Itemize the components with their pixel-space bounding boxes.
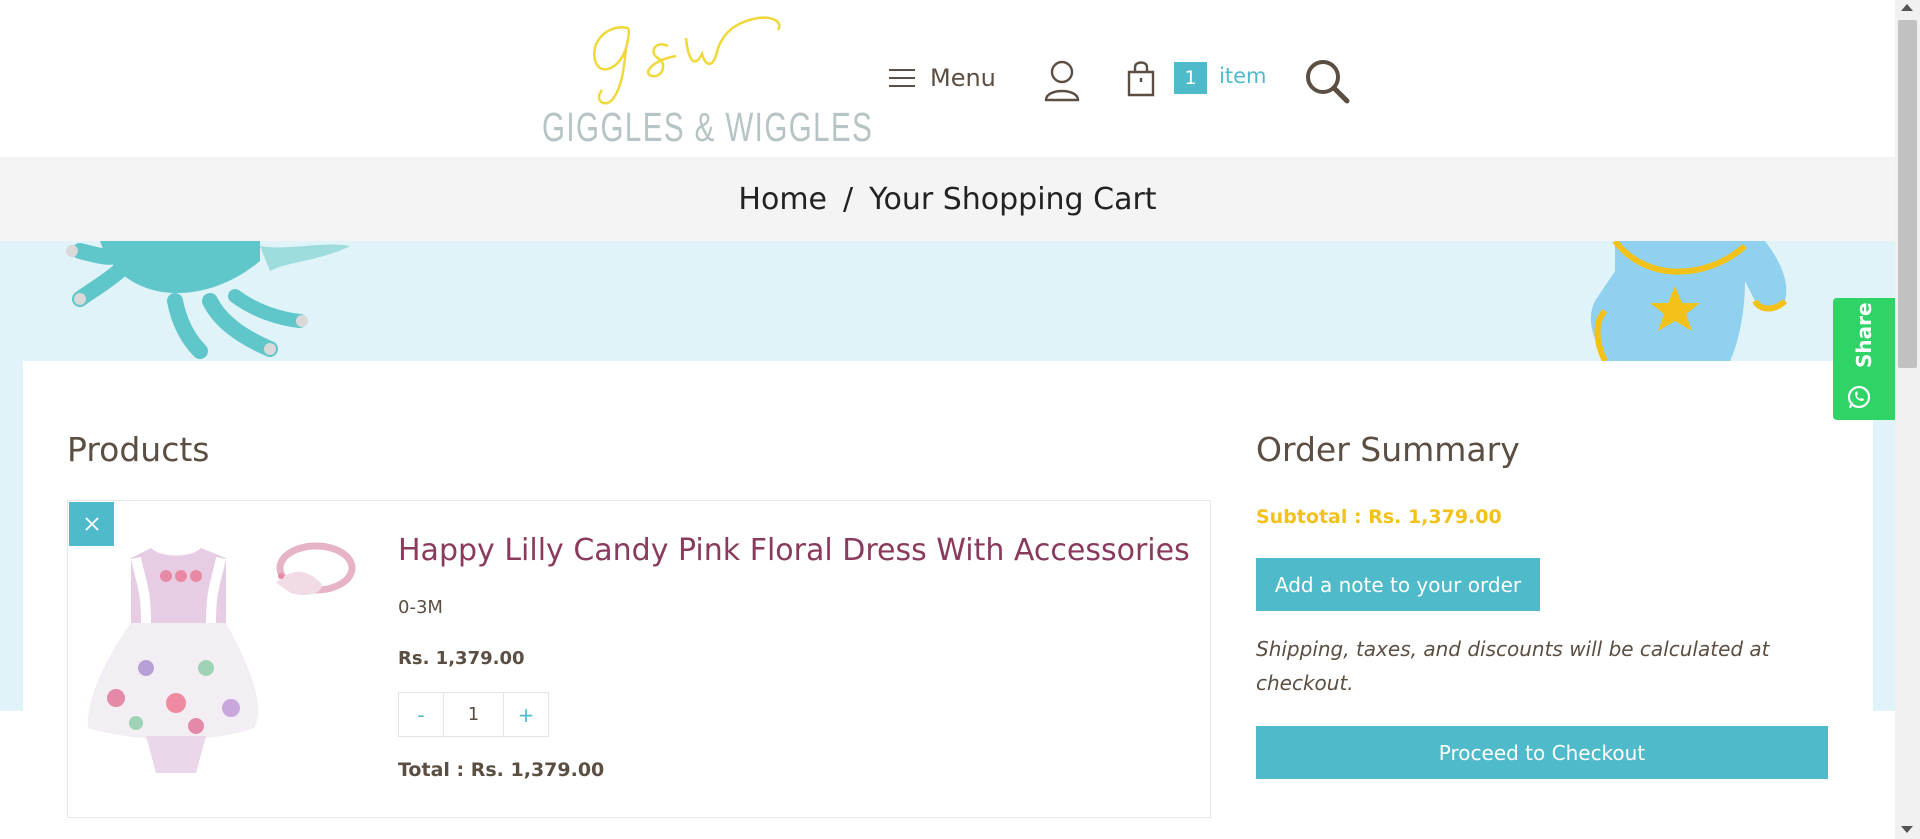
onesie-illustration-icon <box>1590 241 1788 361</box>
cart-count-badge[interactable]: 1 <box>1174 62 1207 94</box>
octopus-illustration-icon <box>66 241 350 359</box>
breadcrumb-separator: / <box>843 181 854 217</box>
share-label: Share <box>1852 302 1876 368</box>
quantity-decrease-button[interactable]: - <box>399 693 443 736</box>
products-heading: Products <box>67 430 210 469</box>
logo-script-icon <box>593 16 781 105</box>
search-icon[interactable] <box>1304 58 1350 104</box>
scroll-up-arrow-icon[interactable] <box>1901 4 1913 11</box>
shipping-note: Shipping, taxes, and discounts will be c… <box>1256 637 1770 695</box>
add-note-button[interactable]: Add a note to your order <box>1256 558 1540 611</box>
whatsapp-icon <box>1847 385 1871 409</box>
order-summary-heading: Order Summary <box>1256 430 1520 469</box>
scroll-down-arrow-icon[interactable] <box>1901 826 1913 833</box>
quantity-increase-button[interactable]: + <box>504 693 548 736</box>
site-header: GIGGLES & WIGGLES Menu 1 item <box>0 0 1895 157</box>
menu-button[interactable]: Menu <box>888 60 996 96</box>
scrollbar-thumb[interactable] <box>1898 20 1917 368</box>
brand-logo[interactable]: GIGGLES & WIGGLES <box>538 6 872 150</box>
quantity-input[interactable]: 1 <box>443 693 504 736</box>
breadcrumb: Home / Your Shopping Cart <box>0 157 1895 241</box>
product-image[interactable] <box>76 528 366 788</box>
subtotal-text: Subtotal : Rs. 1,379.00 <box>1256 506 1502 528</box>
line-item-total: Total : Rs. 1,379.00 <box>398 759 605 781</box>
breadcrumb-home-link[interactable]: Home <box>738 182 827 217</box>
hamburger-icon <box>889 69 915 87</box>
product-title-link[interactable]: Happy Lilly Candy Pink Floral Dress With… <box>398 533 1190 568</box>
quantity-stepper: - 1 + <box>398 692 549 737</box>
checkout-button[interactable]: Proceed to Checkout <box>1256 726 1828 779</box>
logo-wordmark: GIGGLES & WIGGLES <box>542 104 874 150</box>
menu-label: Menu <box>930 64 996 92</box>
shopping-bag-icon[interactable] <box>1126 60 1156 98</box>
account-icon[interactable] <box>1044 60 1080 102</box>
product-variant: 0-3M <box>398 597 443 618</box>
product-price: Rs. 1,379.00 <box>398 648 525 669</box>
breadcrumb-current: Your Shopping Cart <box>869 181 1157 217</box>
cart-item-label[interactable]: item <box>1219 64 1266 88</box>
